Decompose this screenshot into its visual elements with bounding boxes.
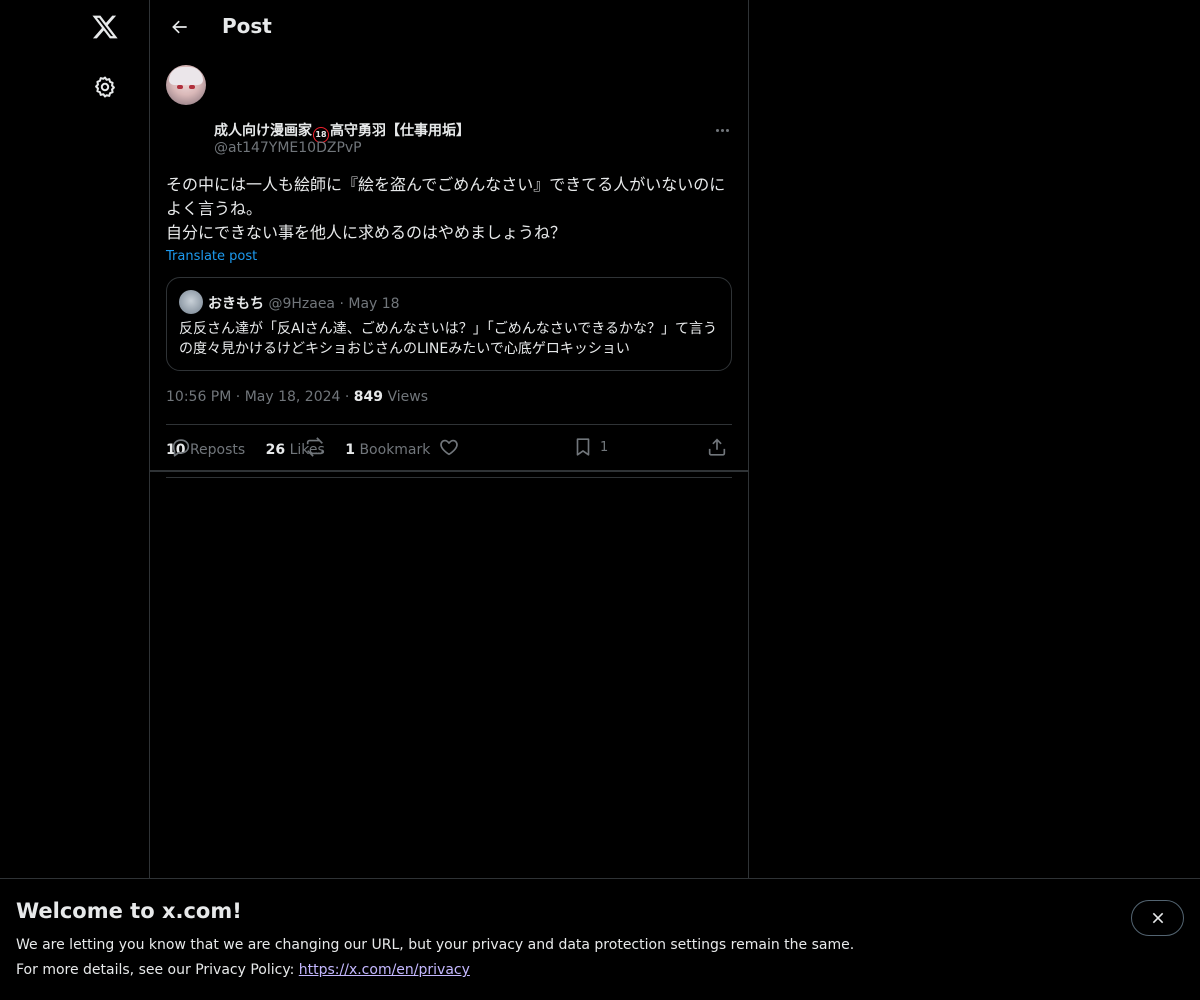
author-avatar[interactable]: [166, 65, 206, 105]
more-dots-icon[interactable]: [710, 120, 734, 140]
quoted-date: May 18: [348, 296, 400, 312]
quoted-author-avatar: [179, 290, 203, 314]
banner-privacy-line: For more details, see our Privacy Policy…: [16, 962, 470, 978]
author-name-part1: 成人向け漫画家: [214, 123, 312, 139]
author-handle[interactable]: @at147YME10DZPvP: [214, 140, 362, 156]
bookmark-icon[interactable]: 1: [572, 435, 608, 459]
x-logo-icon[interactable]: [87, 9, 123, 45]
back-arrow-icon[interactable]: [162, 9, 198, 45]
divider: [166, 477, 732, 478]
post-detail: 成人向け漫画家 18 高守勇羽【仕事用垢】 @at147YME10DZPvP その中…: [150, 54, 748, 478]
share-icon[interactable]: [706, 435, 728, 459]
meta-dot: ·: [235, 389, 241, 405]
like-heart-icon[interactable]: [438, 435, 460, 459]
banner-title: Welcome to x.com!: [16, 899, 242, 923]
post-time[interactable]: 10:56 PM: [166, 389, 231, 405]
reply-icon[interactable]: [170, 435, 192, 459]
bookmark-count: 1: [600, 439, 609, 455]
sidebar: [0, 0, 150, 1000]
translate-post-link[interactable]: Translate post: [166, 249, 257, 264]
quoted-post[interactable]: おきもち @9Hzaea · May 18 反反さん達が「反AIさん達、ごめんな…: [166, 277, 732, 371]
action-bar: 1: [150, 424, 749, 471]
author-name-part2: 高守勇羽【仕事用垢】: [330, 123, 470, 139]
quoted-author-name: おきもち: [208, 296, 264, 312]
views-count: 849: [353, 389, 384, 405]
quoted-text: 反反さん達が「反AIさん達、ごめんなさいは？」「ごめんなさいできるかな？」て言う…: [179, 321, 718, 357]
post-date[interactable]: May 18, 2024: [245, 389, 341, 405]
repost-icon[interactable]: [304, 435, 326, 459]
quoted-author-handle: @9Hzaea: [268, 296, 336, 312]
top-bar: Post: [150, 0, 748, 54]
privacy-policy-link[interactable]: https://x.com/en/privacy: [299, 962, 470, 978]
quoted-dot: ·: [339, 296, 344, 312]
banner-message: We are letting you know that we are chan…: [16, 937, 855, 953]
post-text: その中には一人も絵師に『絵を盗んでごめんなさい』できてる人がいないのによく言うね…: [166, 175, 726, 242]
views-label: Views: [387, 389, 429, 405]
post-meta: 10:56 PM · May 18, 2024 · 849 Views: [166, 389, 428, 405]
settings-gear-icon[interactable]: [87, 69, 123, 105]
banner-privacy-prefix: For more details, see our Privacy Policy…: [16, 962, 299, 978]
close-icon[interactable]: [1131, 900, 1184, 936]
welcome-banner: Welcome to x.com! We are letting you kno…: [0, 878, 1200, 1000]
quoted-header: おきもち @9Hzaea · May 18: [208, 293, 400, 313]
meta-dot: ·: [344, 389, 350, 405]
main-column: Post 成人向け漫画家 18 高守勇羽【仕事用垢】 @at147YME10DZPv…: [150, 0, 749, 1000]
page-title: Post: [222, 14, 272, 38]
